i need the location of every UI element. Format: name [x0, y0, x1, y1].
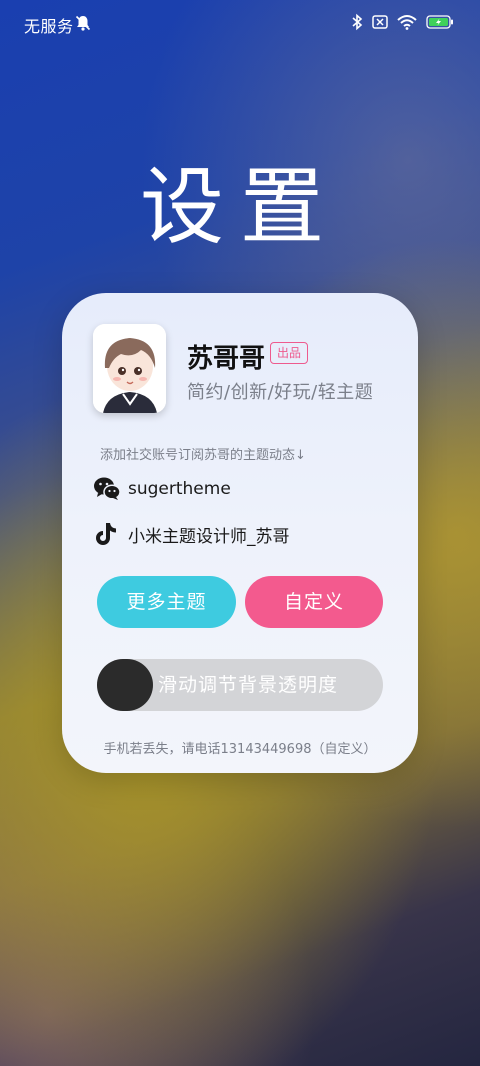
more-themes-button[interactable]: 更多主题: [97, 576, 236, 628]
wechat-icon: [94, 477, 121, 500]
battery-charging-icon: [426, 15, 453, 29]
badge-label: 出品: [270, 342, 309, 364]
tiktok-label: 小米主题设计师_苏哥: [128, 526, 290, 547]
tiktok-icon: [96, 523, 116, 545]
profile-name: 苏哥哥: [187, 344, 266, 374]
lost-phone-notice: 手机若丢失，请电话13143449698（自定义）: [103, 742, 377, 757]
tiktok-account[interactable]: 小米主题设计师_苏哥: [93, 521, 290, 547]
avatar[interactable]: [93, 324, 166, 413]
wifi-icon: [397, 15, 417, 30]
status-bar: 无服务: [0, 0, 480, 46]
social-hint: 添加社交账号订阅苏哥的主题动态↓: [100, 448, 306, 463]
profile-card: 苏哥哥 出品 简约/创新/好玩/轻主题 添加社交账号订阅苏哥的主题动态↓ sug…: [62, 293, 418, 773]
wechat-label: sugertheme: [128, 479, 231, 499]
profile-tagline: 简约/创新/好玩/轻主题: [187, 382, 374, 403]
carrier-label: 无服务: [24, 17, 74, 36]
wechat-account[interactable]: sugertheme: [93, 476, 231, 502]
bluetooth-icon: [352, 13, 363, 31]
opacity-slider-handle[interactable]: [97, 659, 153, 711]
mute-icon: [75, 15, 91, 31]
opacity-slider[interactable]: 滑动调节背景透明度: [97, 659, 383, 711]
customize-button[interactable]: 自定义: [245, 576, 383, 628]
no-sim-icon: [372, 15, 388, 29]
page-title: 设置: [139, 158, 340, 256]
